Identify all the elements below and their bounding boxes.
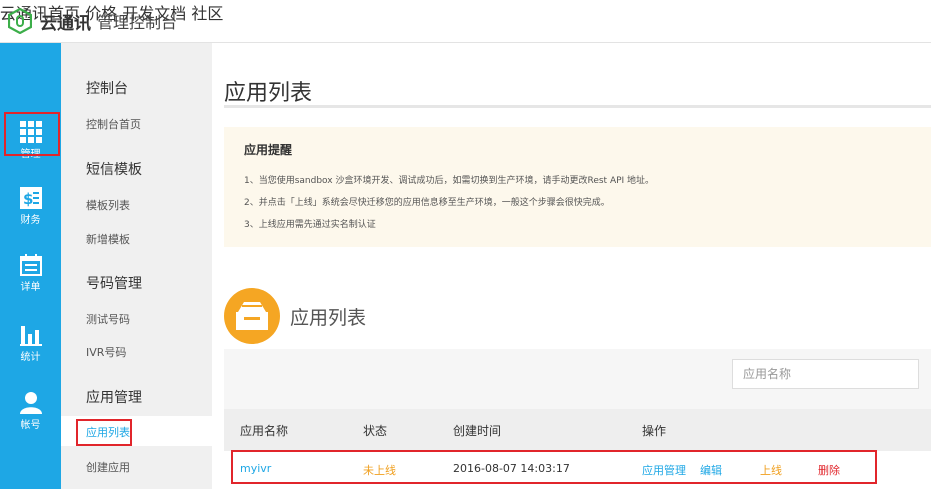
iconbar-item-details[interactable]: 详单 <box>0 248 61 308</box>
calendar-icon <box>19 254 42 276</box>
column-header-actions: 操作 <box>642 424 667 438</box>
logo-hexagon-icon <box>8 8 32 34</box>
highlight-box-app-row <box>231 450 877 484</box>
main-content: 应用列表 应用提醒 1、当您使用sandbox 沙盒环境开发、调试成功后，如需切… <box>212 43 931 489</box>
app-name-search-input[interactable] <box>732 359 919 389</box>
sidebar-item-console-home[interactable]: 控制台首页 <box>86 116 141 132</box>
sidebar-item-template-list[interactable]: 模板列表 <box>86 197 130 213</box>
section-title: 应用列表 <box>290 306 367 329</box>
iconbar-item-account[interactable]: 帐号 <box>0 386 61 446</box>
nav-link-community[interactable]: 社区 <box>191 4 223 23</box>
column-header-status: 状态 <box>363 424 388 438</box>
iconbar-label-finance: 财务 <box>20 215 41 226</box>
sidebar-heading-sms-template: 短信模板 <box>86 162 142 178</box>
page-title: 应用列表 <box>224 81 313 106</box>
title-divider <box>224 105 931 108</box>
section-header: 应用列表 <box>224 288 366 344</box>
sidebar-heading-number-manage: 号码管理 <box>86 276 142 292</box>
sidebar-heading-app-manage: 应用管理 <box>86 390 142 406</box>
sidebar-item-test-numbers[interactable]: 测试号码 <box>86 311 130 327</box>
icon-sidebar: 管理 $ 财务 详单 统计 帐号 <box>0 43 61 489</box>
logo-brand: 云通讯 <box>40 13 91 34</box>
column-header-created: 创建时间 <box>453 424 502 438</box>
user-icon <box>19 392 42 414</box>
notice-line-3: 3、上线应用需先通过实名制认证 <box>244 220 376 230</box>
svg-text:$: $ <box>23 190 33 208</box>
notice-panel: 应用提醒 1、当您使用sandbox 沙盒环境开发、调试成功后，如需切换到生产环… <box>224 127 931 247</box>
iconbar-label-details: 详单 <box>20 282 41 293</box>
bar-chart-icon <box>19 326 42 346</box>
highlight-box-app-list <box>76 419 132 446</box>
highlight-box-manage <box>4 112 60 156</box>
iconbar-item-finance[interactable]: $ 财务 <box>0 181 61 241</box>
top-header: 云通讯 管理控制台 云通讯首页 价格 开发文档 社区 <box>0 0 931 43</box>
notice-line-2: 2、并点击「上线」系统会尽快迁移您的应用信息移至生产环境，一般这个步骤会很快完成… <box>244 198 610 208</box>
iconbar-label-stats: 统计 <box>20 352 41 363</box>
app-tray-icon <box>224 288 280 344</box>
sidebar-item-create-app[interactable]: 创建应用 <box>86 459 130 475</box>
iconbar-label-account: 帐号 <box>20 420 41 431</box>
notice-line-1: 1、当您使用sandbox 沙盒环境开发、调试成功后，如需切换到生产环境，请手动… <box>244 176 655 186</box>
column-header-app-name: 应用名称 <box>240 424 289 438</box>
logo-subtitle: 管理控制台 <box>97 13 178 32</box>
notice-title: 应用提醒 <box>244 143 293 157</box>
sidebar-heading-console: 控制台 <box>86 81 128 97</box>
table-header: 应用名称 状态 创建时间 操作 <box>224 409 931 451</box>
iconbar-item-stats[interactable]: 统计 <box>0 318 61 378</box>
finance-icon: $ <box>19 187 42 209</box>
logo[interactable]: 云通讯 管理控制台 <box>8 8 177 34</box>
sidebar-item-ivr-numbers[interactable]: IVR号码 <box>86 344 126 360</box>
sidebar-item-add-template[interactable]: 新增模板 <box>86 231 130 247</box>
